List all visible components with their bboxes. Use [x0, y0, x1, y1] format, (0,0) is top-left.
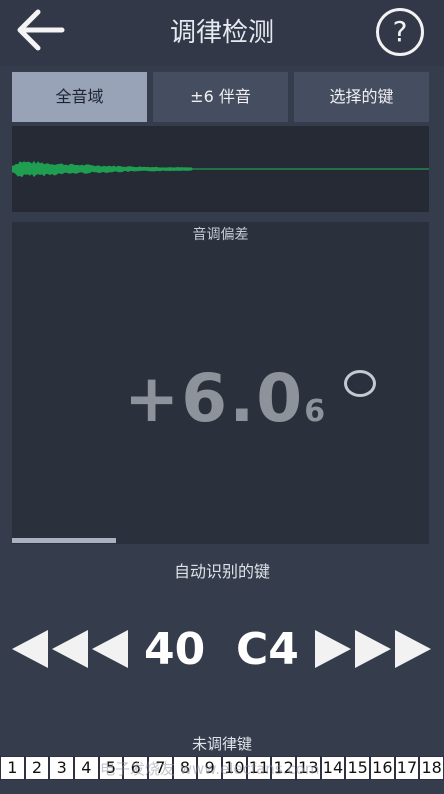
untuned-key[interactable]: 18 [419, 756, 444, 780]
header-bar: 调律检测 ? [0, 0, 444, 66]
progress-fill [12, 538, 117, 543]
triple-left-arrow-icon [12, 630, 128, 668]
key-navigator: 40 C4 [0, 620, 444, 684]
untuned-key[interactable]: 4 [74, 756, 99, 780]
waveform-graph [11, 160, 429, 178]
detected-key-number: 40 [144, 624, 206, 675]
arrow-left-icon [17, 9, 65, 51]
help-button[interactable]: ? [376, 8, 424, 56]
mode-tabs: 全音域 ±6 伴音 选择的键 [12, 72, 432, 122]
untuned-key[interactable]: 14 [320, 756, 346, 780]
untuned-key[interactable]: 2 [24, 756, 50, 780]
untuned-key[interactable]: 3 [49, 756, 74, 780]
deviation-label: 音调偏差 [192, 227, 249, 243]
progress-track [12, 538, 429, 543]
untuned-keys-label: 未调律键 [191, 735, 252, 753]
untuned-key[interactable]: 17 [394, 756, 420, 780]
next-key-button[interactable] [313, 628, 431, 674]
circle-indicator-icon [344, 370, 376, 397]
detected-note-name: C4 [236, 624, 299, 675]
tab-plus-minus-6[interactable]: ±6 伴音 [153, 72, 288, 122]
previous-key-button[interactable] [12, 628, 130, 674]
untuned-key[interactable]: 10 [222, 756, 247, 780]
untuned-key[interactable]: 16 [370, 756, 395, 780]
untuned-key[interactable]: 15 [345, 756, 370, 780]
deviation-value: +6.0 [124, 360, 305, 437]
untuned-key[interactable]: 13 [296, 756, 321, 780]
untuned-key[interactable]: 1 [0, 756, 25, 780]
untuned-keys-list: 1 2 3 4 5 6 7 8 9 10 11 12 13 14 15 16 17 18 [0, 756, 444, 780]
deviation-readout: +6.06 [124, 360, 325, 440]
untuned-key[interactable]: 6 [123, 756, 148, 780]
footer-bar [0, 780, 444, 794]
untuned-key[interactable]: 12 [271, 756, 296, 780]
tab-selected-keys[interactable]: 选择的键 [294, 72, 429, 122]
auto-detected-label: 自动识别的键 [173, 562, 270, 581]
deviation-subvalue: 6 [304, 394, 326, 429]
untuned-key[interactable]: 7 [148, 756, 173, 780]
untuned-key[interactable]: 9 [197, 756, 222, 780]
waveform-display [11, 126, 429, 212]
question-circle-icon: ? [392, 15, 408, 48]
untuned-key[interactable]: 5 [98, 756, 124, 780]
untuned-key[interactable]: 11 [246, 756, 272, 780]
back-button[interactable] [12, 6, 68, 54]
triple-right-arrow-icon [315, 630, 431, 668]
untuned-key[interactable]: 8 [172, 756, 198, 780]
tab-full-range[interactable]: 全音域 [12, 72, 147, 122]
deviation-panel: 音调偏差 +6.06 [12, 222, 429, 544]
